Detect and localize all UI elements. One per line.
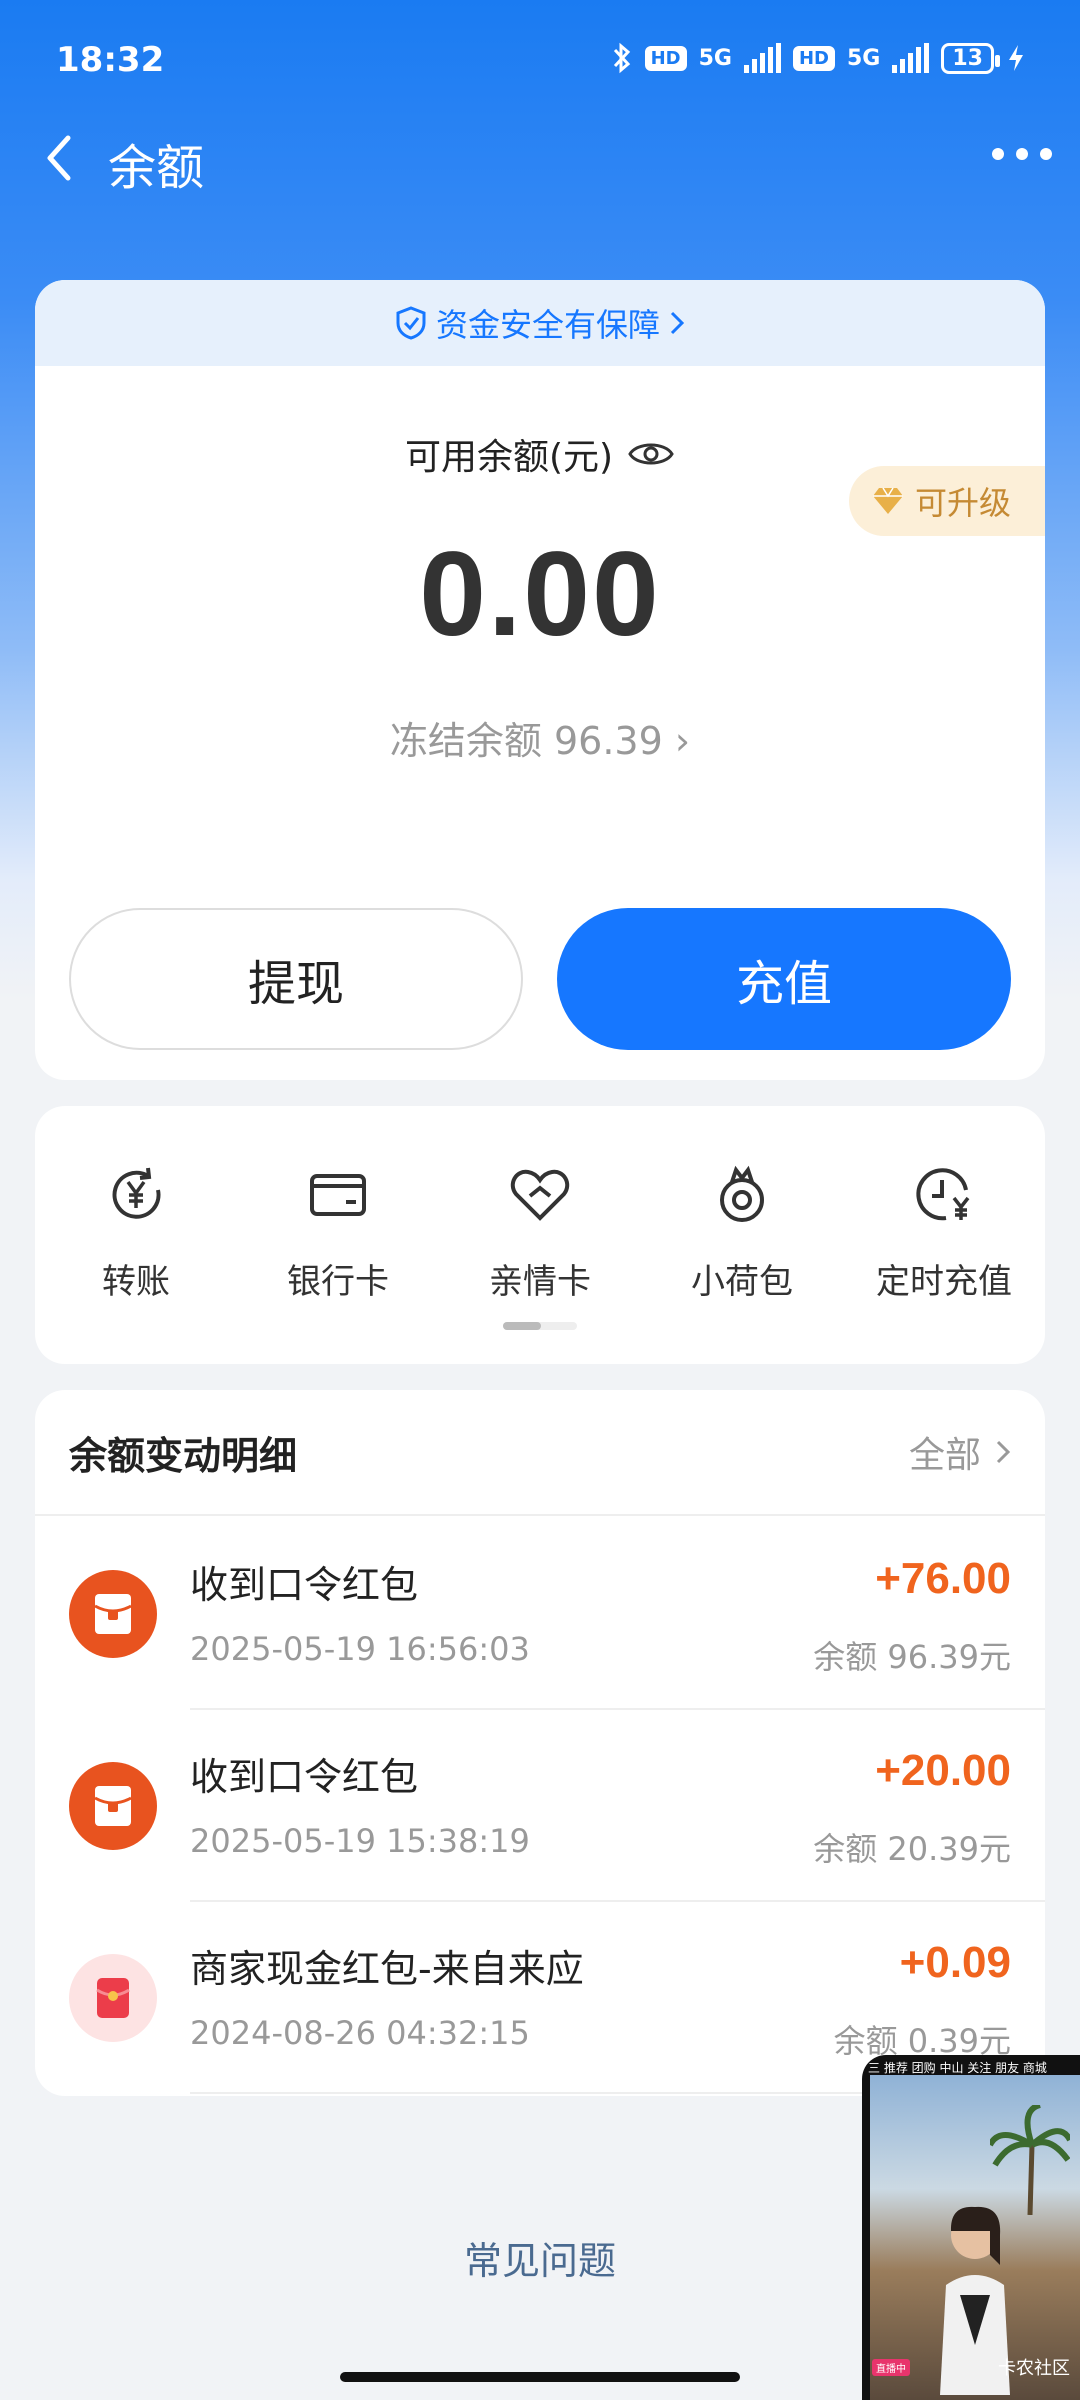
filter-all-label: 全部 [908,1435,981,1476]
action-label: 银行卡 [287,1262,389,1302]
more-options-icon[interactable] [992,134,1052,174]
withdraw-button[interactable]: 提现 [69,908,523,1050]
bluetooth-icon [613,42,630,74]
action-bank-card[interactable]: 银行卡 [237,1162,439,1303]
status-time: 18:32 [56,40,165,80]
transactions-title: 余额变动明细 [69,1433,298,1478]
battery-icon: 13 [941,42,1000,74]
action-label: 亲情卡 [489,1262,591,1302]
action-scheduled-recharge[interactable]: 定时充值 [843,1162,1045,1303]
small-pouch-icon [720,1165,764,1222]
signal-icon-1 [743,43,781,73]
balance-amount: 0.00 [419,527,661,661]
live-badge: 直播中 [872,2359,910,2376]
hd-badge-1: HD [644,45,687,71]
hd-badge-2: HD [792,45,835,71]
action-label: 定时充值 [876,1262,1012,1302]
frozen-balance-text: 冻结余额 96.39 [389,719,663,763]
quick-actions-card: 转账 银行卡 亲情卡 小荷包 定时充值 [35,1106,1045,1364]
action-small-pouch[interactable]: 小荷包 [641,1162,843,1303]
bank-card-icon [310,1174,366,1216]
transaction-amount: +76.00 [875,1554,1011,1603]
network-type-2: 5G [847,45,881,71]
transaction-name: 商家现金红包-来自来应 [190,1947,584,1991]
red-envelope-icon [69,1762,157,1850]
charging-icon [1009,45,1023,71]
merchant-red-packet-icon [69,1954,157,2042]
home-indicator[interactable] [340,2372,740,2382]
floating-video-window[interactable]: 三 推荐 团购 中山 关注 朋友 商城 直播中 卡农社区 [862,2055,1080,2400]
transactions-card: 余额变动明细 全部 收到口令红包 2025-05-19 16:56:03 +76… [35,1390,1045,2096]
frozen-balance-link[interactable]: 冻结余额 96.39 › [35,710,1045,765]
page-title: 余额 [108,140,205,196]
transaction-date: 2025-05-19 16:56:03 [190,1630,530,1668]
available-balance-text: 可用余额(元) [404,437,614,478]
video-frame [870,2075,1080,2400]
signal-icon-2 [892,43,930,73]
action-label: 小荷包 [691,1262,793,1302]
scheduled-recharge-icon [916,1168,970,1221]
status-bar: 18:32 HD 5G HD 5G 13 [0,0,1080,120]
video-tab-bar: 三 推荐 团购 中山 关注 朋友 商城 [868,2061,1047,2075]
chevron-right-icon [670,311,685,335]
transaction-row[interactable]: 收到口令红包 2025-05-19 15:38:19 +20.00 余额 20.… [35,1710,1045,1902]
fund-safety-banner[interactable]: 资金安全有保障 [35,280,1045,366]
fund-safety-text: 资金安全有保障 [435,306,660,344]
action-family-card[interactable]: 亲情卡 [439,1162,641,1303]
eye-icon[interactable] [627,438,675,470]
filter-all-button[interactable]: 全部 [909,1426,1011,1478]
transaction-name: 收到口令红包 [190,1755,419,1799]
network-type-1: 5G [698,45,732,71]
chevron-right-icon [996,1440,1011,1464]
shield-check-icon [396,306,426,340]
recharge-button[interactable]: 充值 [557,908,1011,1050]
transactions-header: 余额变动明细 全部 [35,1390,1045,1516]
transaction-amount: +20.00 [875,1746,1011,1795]
action-transfer[interactable]: 转账 [35,1162,237,1303]
chevron-right-icon: › [674,719,691,763]
transfer-yuan-icon [112,1167,161,1219]
transaction-row[interactable]: 收到口令红包 2025-05-19 16:56:03 +76.00 余额 96.… [35,1518,1045,1710]
transaction-date: 2025-05-19 15:38:19 [190,1822,530,1860]
transaction-amount: +0.09 [899,1938,1011,1987]
action-label: 转账 [102,1262,170,1302]
diamond-icon [873,487,903,514]
video-source-label: 卡农社区 [998,2358,1070,2379]
transaction-date: 2024-08-26 04:32:15 [190,2014,530,2052]
family-card-icon [510,1169,570,1221]
back-arrow-icon[interactable] [30,128,90,188]
scroll-indicator [503,1322,577,1330]
header: 余额 [0,120,1080,200]
upgrade-text: 可升级 [915,484,1012,522]
transaction-balance: 余额 96.39元 [813,1638,1011,1676]
red-envelope-icon [69,1570,157,1658]
balance-card: 资金安全有保障 可用余额(元) 可升级 0.00 冻结余额 96.39 › 提现… [35,280,1045,1080]
status-icons: HD 5G HD 5G 13 [611,42,1026,74]
transaction-name: 收到口令红包 [190,1563,419,1607]
transaction-balance: 余额 20.39元 [813,1830,1011,1868]
